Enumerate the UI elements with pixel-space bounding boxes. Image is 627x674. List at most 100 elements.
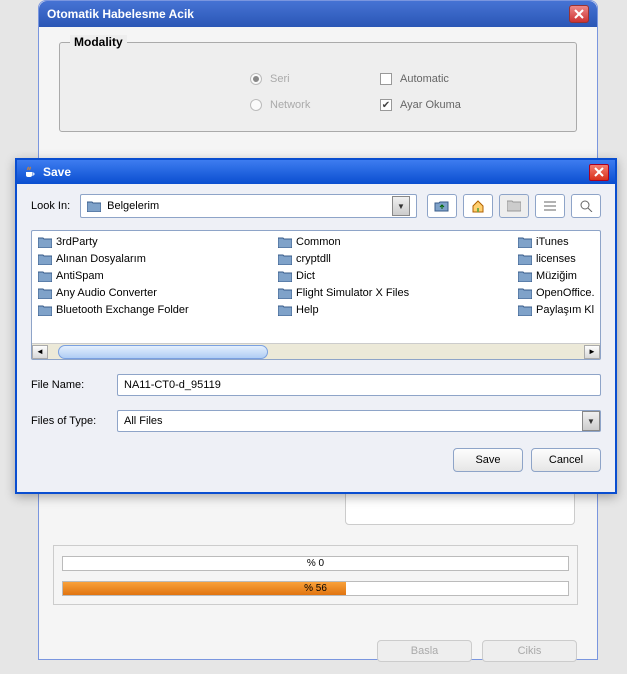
folder-icon (87, 201, 101, 212)
modality-label: Modality (70, 35, 127, 49)
progress-box: % 0 % 56 (53, 545, 578, 605)
folder-icon (518, 254, 532, 265)
list-item[interactable]: AntiSpam (36, 269, 276, 283)
list-item[interactable]: OpenOffice. (516, 286, 600, 300)
folder-name: Paylaşım Kl (536, 304, 594, 316)
folder-name: Alınan Dosyalarım (56, 253, 146, 265)
save-close-button[interactable] (589, 164, 609, 181)
folder-name: Bluetooth Exchange Folder (56, 304, 189, 316)
file-type-label: Files of Type: (31, 415, 111, 427)
basla-button[interactable]: Basla (377, 640, 472, 662)
folder-icon (38, 288, 52, 299)
bg-close-button[interactable] (569, 5, 589, 23)
modality-groupbox: Modality Seri Automatic Network ✔ Ayar O… (59, 42, 577, 132)
folder-name: Help (296, 304, 319, 316)
close-icon (574, 9, 584, 19)
save-title: Save (43, 165, 71, 179)
list-item[interactable]: cryptdll (276, 252, 516, 266)
close-icon (594, 167, 604, 177)
list-item[interactable]: Any Audio Converter (36, 286, 276, 300)
file-name-value: NA11-CT0-d_95119 (124, 379, 221, 391)
file-list-pane: 3rdParty Alınan Dosyalarım AntiSpam Any Aud… (31, 230, 601, 360)
folder-icon (278, 237, 292, 248)
checkbox-icon: ✔ (380, 99, 392, 111)
folder-icon (38, 305, 52, 316)
folder-icon (278, 271, 292, 282)
folder-icon (38, 237, 52, 248)
scroll-thumb[interactable] (58, 345, 268, 359)
file-name-label: File Name: (31, 379, 111, 391)
file-type-row: Files of Type: All Files ▼ (31, 410, 601, 432)
folder-name: Flight Simulator X Files (296, 287, 409, 299)
radio-seri: Seri (250, 73, 370, 85)
cancel-button[interactable]: Cancel (531, 448, 601, 472)
list-item[interactable]: Help (276, 303, 516, 317)
list-item[interactable]: Bluetooth Exchange Folder (36, 303, 276, 317)
scroll-track[interactable] (48, 345, 584, 359)
chevron-down-icon: ▼ (582, 411, 600, 431)
modality-grid: Seri Automatic Network ✔ Ayar Okuma (250, 73, 576, 111)
list-item[interactable]: 3rdParty (36, 235, 276, 249)
folder-icon (278, 305, 292, 316)
progress-label-2: % 56 (63, 582, 568, 595)
folder-icon (518, 288, 532, 299)
bg-title: Otomatik Habelesme Acik (47, 7, 194, 21)
folder-icon (518, 237, 532, 248)
up-folder-button[interactable] (427, 194, 457, 218)
file-type-select[interactable]: All Files ▼ (117, 410, 601, 432)
folder-name: Any Audio Converter (56, 287, 157, 299)
check-automatic-label: Automatic (400, 73, 449, 85)
folder-name: AntiSpam (56, 270, 104, 282)
save-button[interactable]: Save (453, 448, 523, 472)
list-item[interactable]: Paylaşım Kl (516, 303, 600, 317)
folder-name: iTunes (536, 236, 569, 248)
look-in-label: Look In: (31, 200, 70, 212)
list-item[interactable]: Common (276, 235, 516, 249)
folder-icon (518, 271, 532, 282)
chevron-down-icon: ▼ (392, 196, 410, 216)
file-name-row: File Name: NA11-CT0-d_95119 (31, 374, 601, 396)
radio-icon (250, 73, 262, 85)
cikis-button[interactable]: Cikis (482, 640, 577, 662)
file-type-value: All Files (124, 415, 163, 427)
folder-icon (278, 288, 292, 299)
progress-bar-2: % 56 (62, 581, 569, 596)
details-view-button[interactable] (571, 194, 601, 218)
file-list[interactable]: 3rdParty Alınan Dosyalarım AntiSpam Any Aud… (32, 231, 600, 343)
save-titlebar: Save (17, 160, 615, 184)
list-item[interactable]: Dict (276, 269, 516, 283)
look-in-value: Belgelerim (107, 200, 159, 212)
bg-titlebar: Otomatik Habelesme Acik (39, 1, 597, 27)
new-folder-button[interactable] (499, 194, 529, 218)
folder-name: 3rdParty (56, 236, 98, 248)
folder-name: Common (296, 236, 341, 248)
up-folder-icon (434, 199, 450, 213)
list-item[interactable]: Alınan Dosyalarım (36, 252, 276, 266)
folder-icon (278, 254, 292, 265)
list-view-icon (543, 200, 557, 212)
folder-name: Dict (296, 270, 315, 282)
home-button[interactable] (463, 194, 493, 218)
radio-network-label: Network (270, 99, 310, 111)
scroll-right-icon[interactable]: ► (584, 345, 600, 359)
bg-body: Modality Seri Automatic Network ✔ Ayar O… (39, 27, 597, 147)
horizontal-scrollbar[interactable]: ◄ ► (32, 343, 600, 359)
radio-icon (250, 99, 262, 111)
list-view-button[interactable] (535, 194, 565, 218)
folder-icon (518, 305, 532, 316)
checkbox-icon (380, 73, 392, 85)
file-name-input[interactable]: NA11-CT0-d_95119 (117, 374, 601, 396)
look-in-dropdown[interactable]: Belgelerim ▼ (80, 194, 417, 218)
new-folder-icon (507, 200, 521, 212)
folder-icon (38, 271, 52, 282)
list-item[interactable]: licenses (516, 252, 600, 266)
home-icon (471, 199, 485, 213)
progress-label-1: % 0 (63, 557, 568, 570)
check-ayar: ✔ Ayar Okuma (380, 99, 520, 111)
details-view-icon (579, 200, 593, 212)
scroll-left-icon[interactable]: ◄ (32, 345, 48, 359)
list-item[interactable]: iTunes (516, 235, 600, 249)
list-item[interactable]: Müziğim (516, 269, 600, 283)
folder-name: licenses (536, 253, 576, 265)
list-item[interactable]: Flight Simulator X Files (276, 286, 516, 300)
